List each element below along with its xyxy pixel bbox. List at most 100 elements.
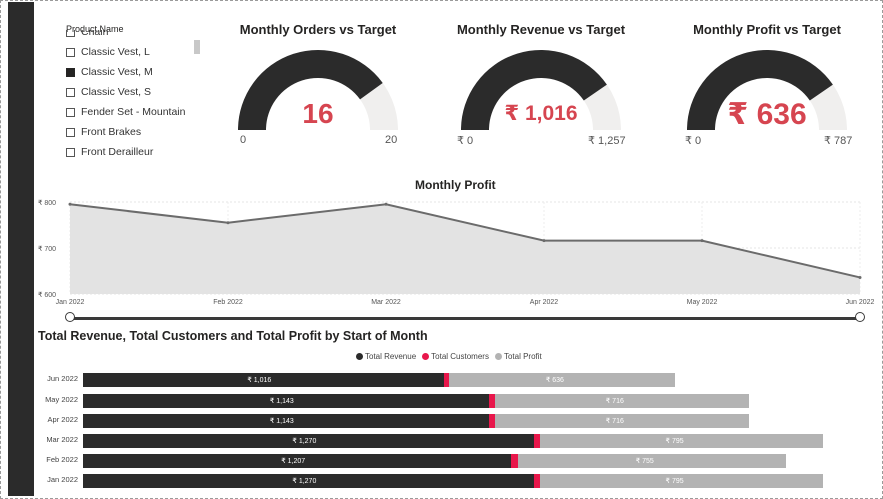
x-tick-label: Apr 2022 [530,299,559,306]
data-label: ₹ 636 [545,377,564,384]
slicer-item[interactable]: Front Brakes [66,122,206,142]
bar-row[interactable]: Feb 2022 ₹ 1,207 ₹ 755 [36,454,876,468]
profit-point[interactable] [68,202,72,206]
slicer-item-label: Chain [81,30,109,38]
data-label: ₹ 1,207 [281,458,306,465]
revenue-bar[interactable]: ₹ 1,270 [83,474,534,488]
profit-point[interactable] [700,239,704,243]
x-tick-label: Jun 2022 [846,299,875,306]
gauge-arc [238,50,398,130]
y-tick-label: ₹ 600 [38,291,56,299]
x-tick-label: Jan 2022 [56,299,85,306]
category-label: Jun 2022 [47,374,78,383]
slicer-checkbox[interactable] [66,47,75,57]
slicer-scrollbar[interactable] [194,40,200,54]
left-nav-bar [8,2,34,496]
revenue-bar[interactable]: ₹ 1,016 [83,373,444,387]
gauge-max: ₹ 1,257 [588,135,626,147]
gauge-arc [687,49,847,130]
bar-row[interactable]: Jan 2022 ₹ 1,270 ₹ 795 [36,474,876,488]
profit-point[interactable] [226,221,230,225]
gauge-value: ₹ 636 [727,98,807,131]
profit-bar[interactable]: ₹ 755 [517,454,786,468]
category-label: May 2022 [45,395,78,404]
revenue-bar[interactable]: ₹ 1,143 [83,394,489,408]
legend-item-customers[interactable]: Total Customers [422,352,489,361]
slicer-checkbox[interactable] [66,127,75,137]
revenue-bar[interactable]: ₹ 1,270 [83,434,534,448]
profit-point[interactable] [858,275,862,279]
profit-bar[interactable]: ₹ 716 [494,414,749,428]
gauge-max: ₹ 787 [824,135,853,147]
profit-point[interactable] [542,239,546,243]
slicer-list[interactable]: Chain Classic Vest, L Classic Vest, M Class… [66,30,206,158]
gauge-arc [461,49,621,130]
slicer-checkbox[interactable] [66,67,75,77]
date-slider-track[interactable] [70,317,860,320]
monthly-profit-chart[interactable]: ₹ 800 ₹ 700 ₹ 600Jan 2022 Feb 2022 Mar 2022 A… [38,192,883,310]
x-tick-label: May 2022 [687,299,718,306]
slicer-item-label: Classic Vest, M [81,66,153,78]
legend-dot [422,353,430,360]
slicer-item-label: Classic Vest, S [81,86,152,98]
orders-gauge: Monthly Orders vs Target 16 0 20 [223,18,413,153]
profit-bar[interactable]: ₹ 795 [540,474,823,488]
data-label: ₹ 716 [605,418,624,425]
category-label: Apr 2022 [47,415,78,424]
bar-row[interactable]: Mar 2022 ₹ 1,270 ₹ 795 [36,434,876,448]
slicer-checkbox[interactable] [66,107,75,117]
slicer-item[interactable]: Classic Vest, L [66,42,206,62]
category-label: Mar 2022 [46,435,78,444]
slicer-checkbox[interactable] [66,30,75,37]
legend-dot [356,353,363,360]
y-tick-label: ₹ 700 [38,245,56,253]
bar-chart-legend[interactable]: Total Revenue Total Customers Total Prof… [356,352,542,361]
legend-item-profit[interactable]: Total Profit [494,352,542,361]
product-slicer[interactable]: Product Name Chain Classic Vest, L Classic… [60,20,210,162]
legend-label: Total Revenue [365,352,417,361]
legend-label: Total Profit [503,352,542,361]
category-label: Jan 2022 [47,475,78,484]
bar-row[interactable]: Apr 2022 ₹ 1,143 ₹ 716 [36,414,876,428]
profit-bar[interactable]: ₹ 716 [494,394,749,408]
profit-gauge: Monthly Profit vs Target ₹ 636 ₹ 0 ₹ 787 [672,18,862,153]
gauge-max: 20 [385,134,398,146]
legend-item-revenue[interactable]: Total Revenue [356,352,416,361]
y-tick-label: ₹ 800 [38,199,56,207]
date-slider-start-handle[interactable] [65,312,75,322]
slicer-checkbox[interactable] [66,147,75,157]
data-label: ₹ 795 [665,438,684,445]
gauge-value: 16 [302,98,334,129]
x-tick-label: Feb 2022 [213,299,243,306]
slicer-item[interactable]: Chain [66,30,206,42]
slicer-item[interactable]: Classic Vest, S [66,82,206,102]
data-label: ₹ 1,143 [269,418,294,425]
profit-bar[interactable]: ₹ 795 [540,434,823,448]
slicer-item-label: Front Brakes [81,126,142,138]
slicer-item[interactable]: Classic Vest, M [66,62,206,82]
slicer-item[interactable]: Fender Set - Mountain [66,102,206,122]
data-label: ₹ 755 [635,458,654,465]
gauge-min: ₹ 0 [457,135,474,147]
bar-row[interactable]: May 2022 ₹ 1,143 ₹ 716 [36,394,876,408]
customers-bar[interactable] [533,474,541,488]
x-tick-label: Mar 2022 [371,299,401,306]
data-label: ₹ 1,016 [247,377,272,384]
customers-bar[interactable] [533,434,541,448]
profit-point[interactable] [384,202,388,206]
revenue-bar[interactable]: ₹ 1,207 [83,454,512,468]
data-label: ₹ 795 [665,478,684,485]
data-label: ₹ 1,270 [292,478,317,485]
revenue-bar[interactable]: ₹ 1,143 [83,414,489,428]
profit-bar[interactable]: ₹ 636 [448,373,675,387]
bar-row[interactable]: Jun 2022 ₹ 1,016 ₹ 636 [36,373,876,387]
slicer-checkbox[interactable] [66,87,75,97]
date-slider-end-handle[interactable] [855,312,865,322]
category-label: Feb 2022 [46,455,78,464]
monthly-profit-title: Monthly Profit [415,178,496,192]
legend-dot [494,353,502,360]
slicer-item[interactable]: Front Derailleur [66,142,206,158]
bar-chart-title: Total Revenue, Total Customers and Total… [38,329,428,343]
data-label: ₹ 1,143 [269,398,294,405]
gauge-min: ₹ 0 [685,135,702,147]
